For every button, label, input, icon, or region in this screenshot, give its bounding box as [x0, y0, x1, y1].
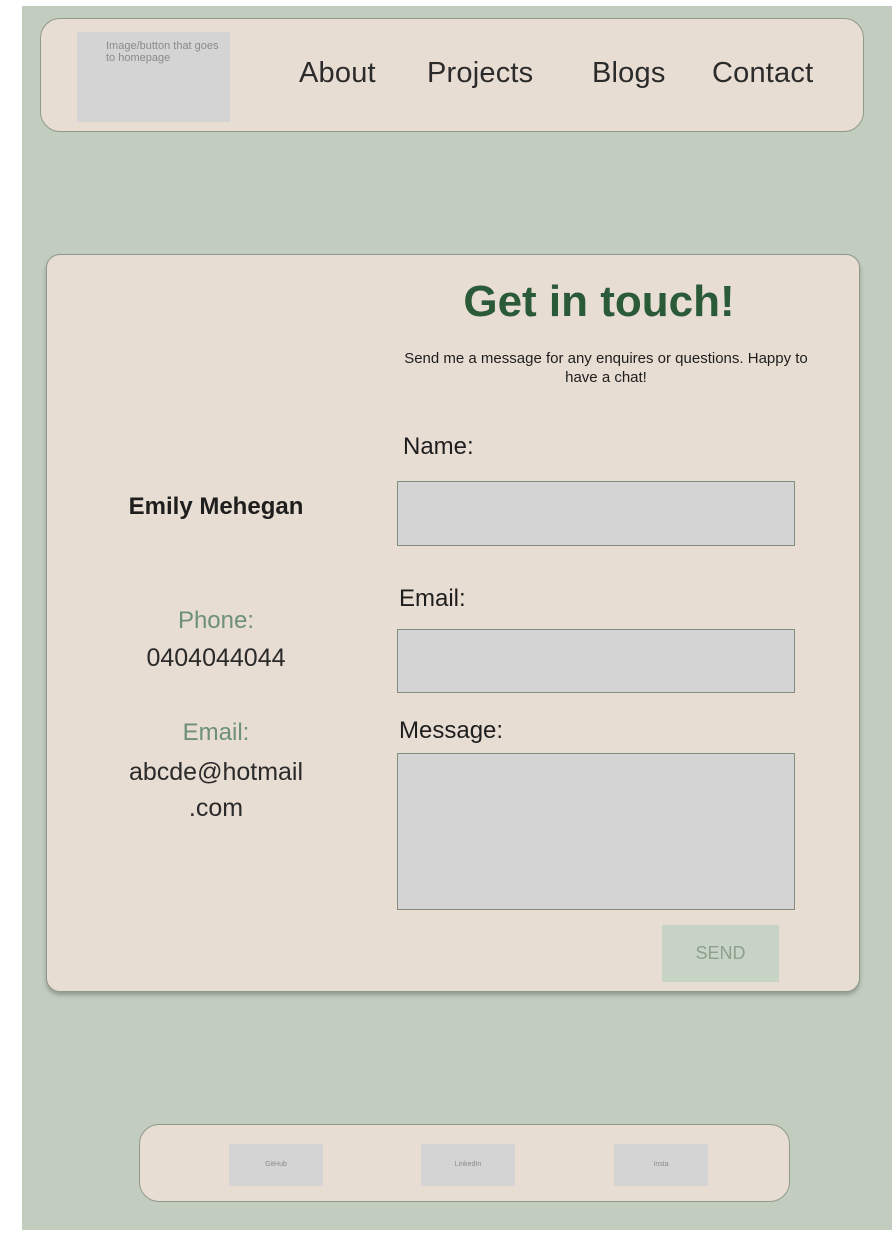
home-button[interactable]: Image/button that goes to homepage: [77, 32, 230, 122]
email-input[interactable]: [397, 629, 795, 693]
name-input[interactable]: [397, 481, 795, 546]
nav-link-contact[interactable]: Contact: [712, 57, 813, 90]
email-field-label: Email:: [399, 585, 466, 612]
footer-link-insta[interactable]: Insta: [614, 1144, 708, 1186]
message-textarea[interactable]: [397, 753, 795, 910]
contact-email-label: Email:: [182, 719, 250, 746]
phone-value: 0404044044: [146, 644, 286, 672]
phone-label: Phone:: [177, 607, 255, 634]
footer-link-github[interactable]: GitHub: [229, 1144, 323, 1186]
page-subtitle: Send me a message for any enquires or qu…: [404, 350, 808, 386]
name-field-label: Name:: [403, 433, 474, 460]
contact-email-value-line1: abcde@hotmail: [128, 758, 304, 786]
contact-card: Get in touch! Send me a message for any …: [46, 254, 860, 992]
contact-email-value-line2: .com: [188, 794, 244, 822]
page-background: Image/button that goes to homepage About…: [22, 6, 892, 1230]
page-title: Get in touch!: [463, 277, 735, 326]
send-button[interactable]: SEND: [662, 925, 779, 982]
nav-link-projects[interactable]: Projects: [427, 57, 533, 90]
contact-name: Emily Mehegan: [128, 493, 304, 520]
footer-bar: GitHub LinkedIn Insta: [139, 1124, 790, 1202]
top-nav-bar: Image/button that goes to homepage About…: [40, 18, 864, 132]
footer-link-linkedin[interactable]: LinkedIn: [421, 1144, 515, 1186]
message-field-label: Message:: [399, 717, 504, 744]
nav-link-blogs[interactable]: Blogs: [592, 57, 666, 90]
nav-link-about[interactable]: About: [299, 57, 376, 90]
